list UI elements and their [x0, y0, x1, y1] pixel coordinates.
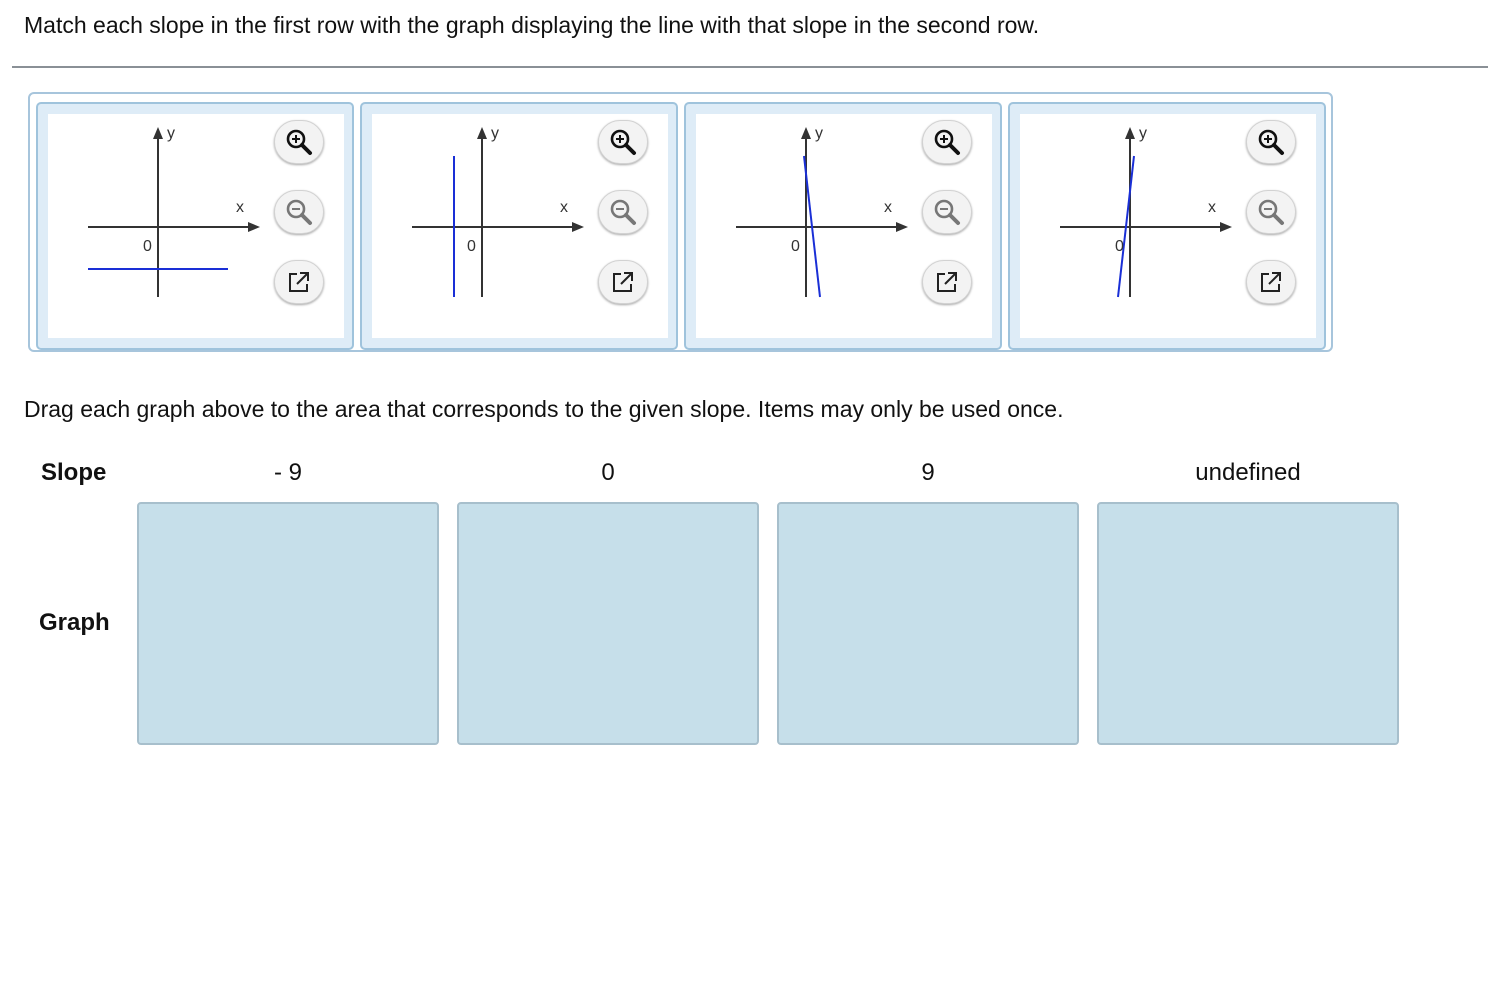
zoom-out-icon — [610, 199, 636, 225]
x-axis-label: x — [560, 199, 568, 216]
slope-row-label: Slope — [41, 459, 107, 486]
drop-zone-1[interactable] — [137, 502, 439, 745]
slope-value-3: 9 — [921, 459, 935, 486]
origin-label: 0 — [1115, 238, 1124, 255]
graph-row-label: Graph — [39, 609, 110, 636]
instruction-text: Match each slope in the first row with t… — [24, 12, 1040, 38]
slope-value-2: 0 — [601, 459, 615, 486]
zoom-in-button[interactable] — [274, 120, 324, 164]
y-axis-label: y — [815, 125, 823, 142]
origin-label: 0 — [143, 238, 152, 255]
graph-card-1[interactable]: y x 0 — [36, 102, 354, 350]
drag-instruction: Drag each graph above to the area that c… — [24, 396, 1064, 422]
x-axis-label: x — [1208, 199, 1216, 216]
zoom-out-button[interactable] — [922, 190, 972, 234]
graph-card-3[interactable]: y x 0 — [684, 102, 1002, 350]
zoom-out-button[interactable] — [1246, 190, 1296, 234]
zoom-in-icon — [286, 129, 312, 155]
zoom-out-button[interactable] — [598, 190, 648, 234]
origin-label: 0 — [467, 238, 476, 255]
open-new-window-icon — [289, 272, 309, 292]
y-axis-label: y — [167, 125, 175, 142]
graph-tray: y x 0 y x 0 y x 0 y x 0 — [28, 92, 1333, 352]
slope-value-1: - 9 — [273, 459, 302, 486]
x-axis-label: x — [884, 199, 892, 216]
zoom-in-icon — [934, 129, 960, 155]
open-new-window-button[interactable] — [274, 260, 324, 304]
open-new-window-button[interactable] — [1246, 260, 1296, 304]
zoom-out-icon — [1258, 199, 1284, 225]
zoom-out-icon — [934, 199, 960, 225]
graph-card-2[interactable]: y x 0 — [360, 102, 678, 350]
divider — [12, 66, 1488, 68]
zoom-in-button[interactable] — [922, 120, 972, 164]
open-new-window-icon — [937, 272, 957, 292]
graph-card-4[interactable]: y x 0 — [1008, 102, 1326, 350]
zoom-in-button[interactable] — [1246, 120, 1296, 164]
zoom-out-icon — [286, 199, 312, 225]
slope-value-4: undefined — [1195, 459, 1301, 486]
zoom-in-icon — [1258, 129, 1284, 155]
origin-label: 0 — [791, 238, 800, 255]
x-axis-label: x — [236, 199, 244, 216]
open-new-window-icon — [1261, 272, 1281, 292]
open-new-window-button[interactable] — [922, 260, 972, 304]
open-new-window-button[interactable] — [598, 260, 648, 304]
open-new-window-icon — [613, 272, 633, 292]
drop-zone-4[interactable] — [1097, 502, 1399, 745]
zoom-out-button[interactable] — [274, 190, 324, 234]
drop-zone-3[interactable] — [777, 502, 1079, 745]
y-axis-label: y — [491, 125, 499, 142]
y-axis-label: y — [1139, 125, 1147, 142]
zoom-in-icon — [610, 129, 636, 155]
drop-zone-2[interactable] — [457, 502, 759, 745]
zoom-in-button[interactable] — [598, 120, 648, 164]
